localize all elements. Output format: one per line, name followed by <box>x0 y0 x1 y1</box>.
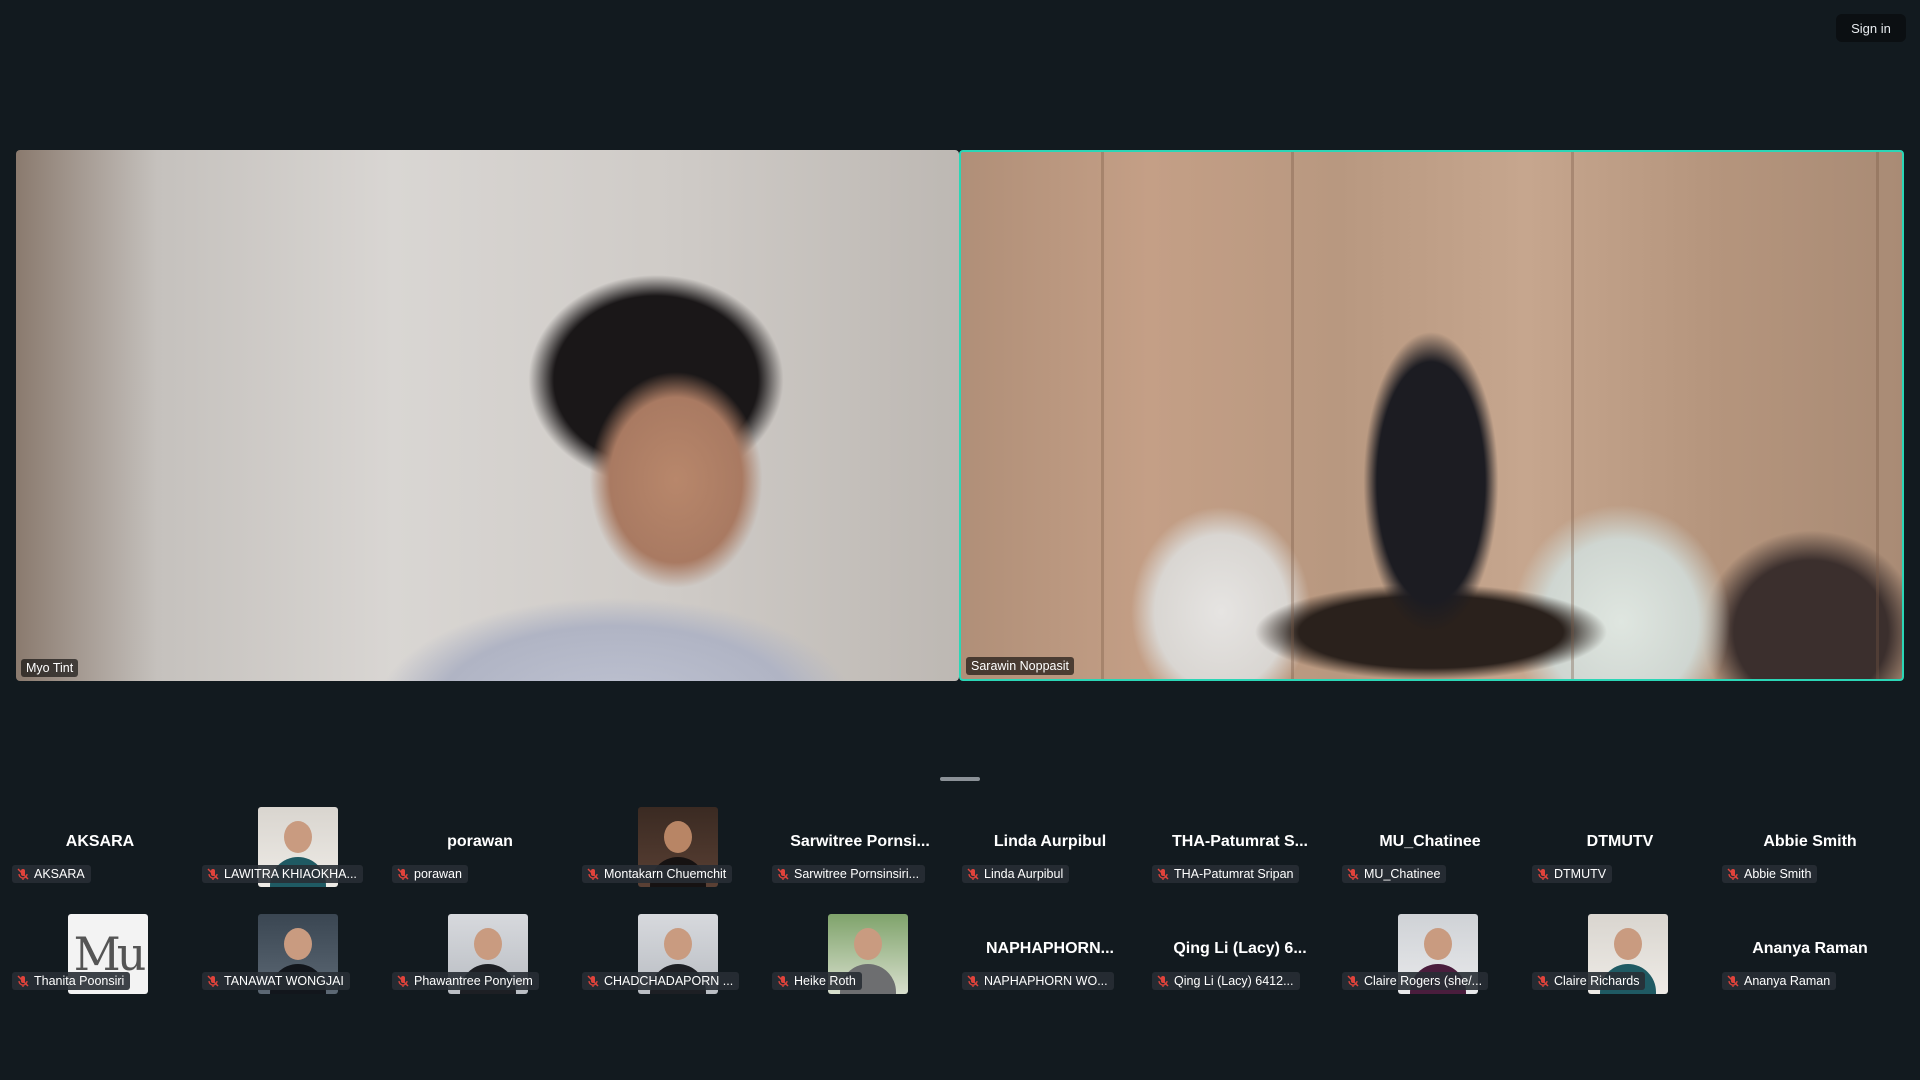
participant-name-tag: Abbie Smith <box>1722 865 1818 883</box>
microphone-muted-icon <box>1727 975 1739 987</box>
microphone-muted-icon <box>1537 868 1549 880</box>
participant-tile[interactable]: LAWITRA KHIAOKHA... <box>202 807 378 889</box>
participant-tile[interactable]: Linda Aurpibul Linda Aurpibul <box>962 807 1138 889</box>
participant-tile[interactable]: Heike Roth <box>772 914 948 996</box>
microphone-muted-icon <box>1157 975 1169 987</box>
participant-tile[interactable]: Phawantree Ponyiem <box>392 914 568 996</box>
participant-name-tag: LAWITRA KHIAOKHA... <box>202 865 363 883</box>
participant-name-tag: MU_Chatinee <box>1342 865 1447 883</box>
participant-display-name: Abbie Smith <box>1763 833 1857 850</box>
participant-name-tag: Qing Li (Lacy) 6412... <box>1152 972 1300 990</box>
participant-display-name: DTMUTV <box>1586 833 1654 850</box>
participant-name-tag: Sarwitree Pornsinsiri... <box>772 865 926 883</box>
participant-name-tag: THA-Patumrat Sripan <box>1152 865 1300 883</box>
participant-tile[interactable]: Abbie Smith Abbie Smith <box>1722 807 1898 889</box>
participant-tile[interactable]: TANAWAT WONGJAI <box>202 914 378 996</box>
participant-display-name: Ananya Raman <box>1752 940 1868 957</box>
participant-name-tag: DTMUTV <box>1532 865 1613 883</box>
participant-display-name: MU_Chatinee <box>1379 833 1481 850</box>
participant-tile[interactable]: Claire Richards <box>1532 914 1708 996</box>
video-tile-myo-tint[interactable]: Myo Tint <box>16 150 959 681</box>
microphone-muted-icon <box>17 868 29 880</box>
participant-tile[interactable]: Montakarn Chuemchit <box>582 807 758 889</box>
participant-tile[interactable]: Qing Li (Lacy) 6... Qing Li (Lacy) 6412.… <box>1152 914 1328 996</box>
microphone-muted-icon <box>587 975 599 987</box>
participant-display-name: porawan <box>447 833 513 850</box>
participant-name-tag: Ananya Raman <box>1722 972 1837 990</box>
participant-display-name: THA-Patumrat S... <box>1171 833 1308 850</box>
participant-tile[interactable]: Claire Rogers (she/... <box>1342 914 1518 996</box>
participant-name-tag: Claire Richards <box>1532 972 1646 990</box>
participant-name-tag: TANAWAT WONGJAI <box>202 972 350 990</box>
participant-name-tag: porawan <box>392 865 468 883</box>
participant-tile[interactable]: Ananya Raman Ananya Raman <box>1722 914 1898 996</box>
microphone-muted-icon <box>207 975 219 987</box>
microphone-muted-icon <box>1347 975 1359 987</box>
participant-name-tag: NAPHAPHORN WO... <box>962 972 1114 990</box>
participant-tile[interactable]: porawan porawan <box>392 807 568 889</box>
participant-display-name: Qing Li (Lacy) 6... <box>1173 940 1307 957</box>
participant-tile[interactable]: Sarwitree Pornsi... Sarwitree Pornsinsir… <box>772 807 948 889</box>
participant-tile[interactable]: MU_Chatinee MU_Chatinee <box>1342 807 1518 889</box>
gallery-resize-handle[interactable] <box>940 777 980 781</box>
microphone-muted-icon <box>1347 868 1359 880</box>
microphone-muted-icon <box>1157 868 1169 880</box>
video-tile-active-speaker[interactable]: Sarawin Noppasit <box>959 150 1904 681</box>
participant-tile[interactable]: CHADCHADAPORN ... <box>582 914 758 996</box>
participant-name-tag: Montakarn Chuemchit <box>582 865 733 883</box>
participant-name-tag: Thanita Poonsiri <box>12 972 131 990</box>
participant-tile[interactable]: THA-Patumrat S... THA-Patumrat Sripan <box>1152 807 1328 889</box>
participant-display-name: AKSARA <box>65 833 135 850</box>
microphone-muted-icon <box>207 868 219 880</box>
participant-name-label: Sarawin Noppasit <box>966 657 1074 675</box>
microphone-muted-icon <box>1727 868 1739 880</box>
participant-display-name: Sarwitree Pornsi... <box>790 833 930 850</box>
participant-tile[interactable]: NAPHAPHORN... NAPHAPHORN WO... <box>962 914 1138 996</box>
participant-name-tag: Linda Aurpibul <box>962 865 1070 883</box>
microphone-muted-icon <box>17 975 29 987</box>
participant-name-tag: Claire Rogers (she/... <box>1342 972 1489 990</box>
participant-name-tag: CHADCHADAPORN ... <box>582 972 740 990</box>
participant-display-name: Linda Aurpibul <box>993 833 1107 850</box>
microphone-muted-icon <box>967 868 979 880</box>
microphone-muted-icon <box>777 868 789 880</box>
microphone-muted-icon <box>587 868 599 880</box>
participant-name-tag: AKSARA <box>12 865 91 883</box>
microphone-muted-icon <box>397 868 409 880</box>
microphone-muted-icon <box>1537 975 1549 987</box>
participant-tile[interactable]: DTMUTV DTMUTV <box>1532 807 1708 889</box>
microphone-muted-icon <box>967 975 979 987</box>
participant-name-tag: Phawantree Ponyiem <box>392 972 539 990</box>
participant-tile[interactable]: Mu Thanita Poonsiri <box>12 914 188 996</box>
participant-name-label: Myo Tint <box>21 659 79 677</box>
participant-display-name: NAPHAPHORN... <box>985 940 1114 957</box>
participant-name-tag: Heike Roth <box>772 972 862 990</box>
participant-tile[interactable]: AKSARA AKSARA <box>12 807 188 889</box>
sign-in-button[interactable]: Sign in <box>1836 14 1906 42</box>
microphone-muted-icon <box>777 975 789 987</box>
microphone-muted-icon <box>397 975 409 987</box>
